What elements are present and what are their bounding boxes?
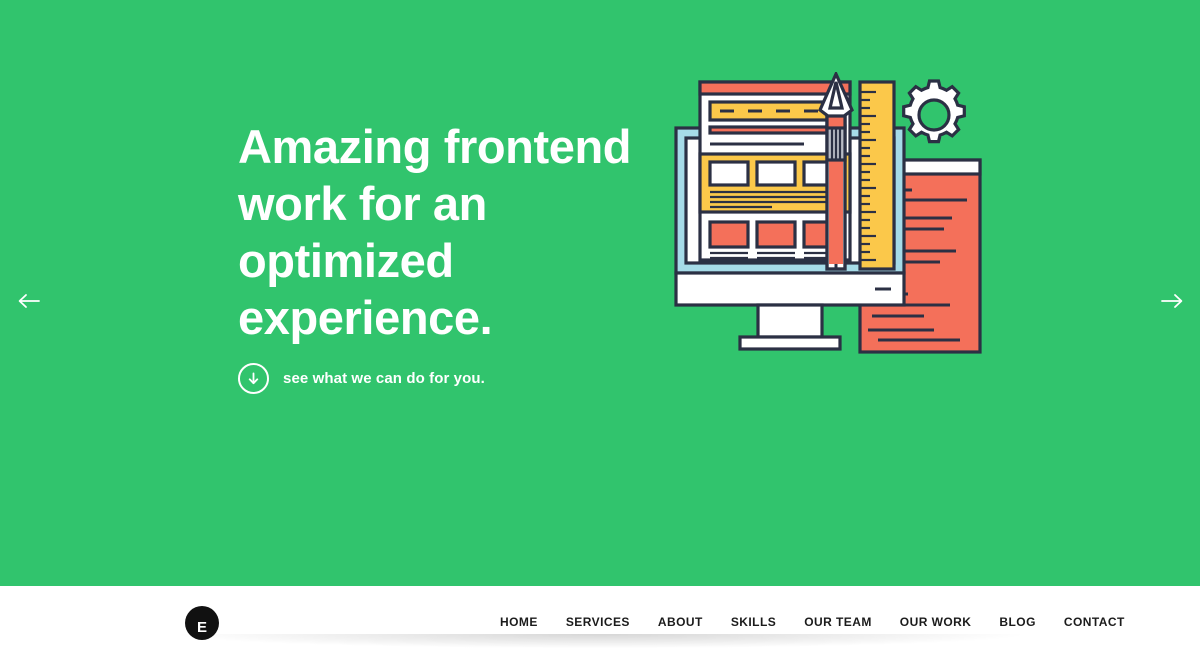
nav-menu: HOME SERVICES ABOUT SKILLS OUR TEAM OUR … xyxy=(500,615,1125,629)
nav-item-our-team[interactable]: OUR TEAM xyxy=(790,615,886,629)
nav-item-blog[interactable]: BLOG xyxy=(985,615,1049,629)
nav-item-services[interactable]: SERVICES xyxy=(552,615,644,629)
nav-item-contact[interactable]: CONTACT xyxy=(1050,615,1125,629)
nav-item-skills[interactable]: SKILLS xyxy=(717,615,790,629)
brand-logo[interactable]: E xyxy=(185,606,219,640)
brand-logo-letter: E xyxy=(196,619,207,636)
hero-cta-label: see what we can do for you. xyxy=(283,370,485,387)
hero-cta[interactable]: see what we can do for you. xyxy=(238,363,485,394)
gear-icon xyxy=(902,79,966,144)
ruler xyxy=(858,80,896,271)
nav-item-our-work[interactable]: OUR WORK xyxy=(886,615,986,629)
carousel-next-button[interactable] xyxy=(1155,286,1189,316)
hero-inner: Amazing frontend work for an optimized e… xyxy=(0,0,1200,586)
nav-item-home[interactable]: HOME xyxy=(500,615,552,629)
carousel-prev-button[interactable] xyxy=(12,286,46,316)
navbar-shadow xyxy=(180,634,1020,648)
page-root: Amazing frontend work for an optimized e… xyxy=(0,0,1200,648)
page-title: Amazing frontend work for an optimized e… xyxy=(238,120,632,344)
arrow-down-circle-icon[interactable] xyxy=(238,363,269,394)
frontend-workspace-illustration: .o { fill:none; stroke:#2b3044; stroke-w… xyxy=(672,72,992,357)
hero-section: Amazing frontend work for an optimized e… xyxy=(0,0,1200,586)
nav-item-about[interactable]: ABOUT xyxy=(644,615,717,629)
